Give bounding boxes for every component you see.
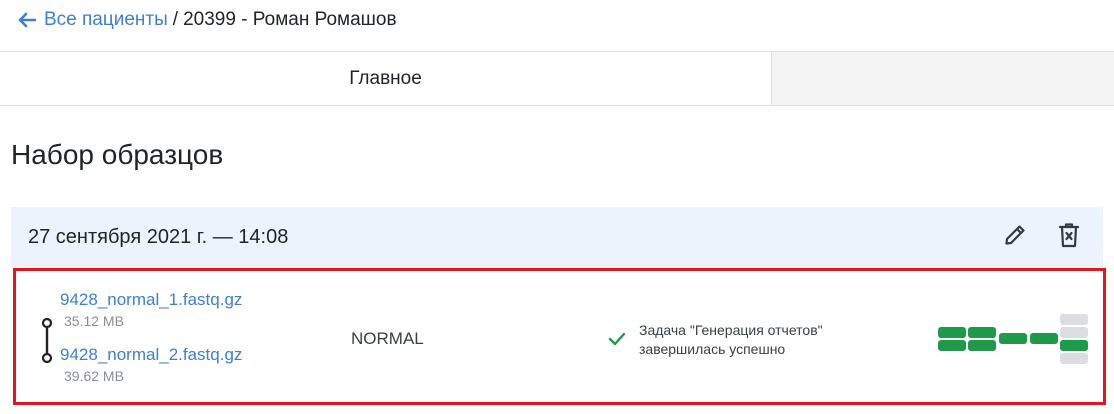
file-link[interactable]: 9428_normal_1.fastq.gz bbox=[60, 289, 242, 311]
file-size: 35.12 MB bbox=[64, 313, 124, 329]
pipeline-step bbox=[1030, 333, 1058, 344]
tab-bar: Главное bbox=[0, 51, 1114, 106]
sample-set-date: 27 сентября 2021 г. — 14:08 bbox=[28, 225, 289, 248]
breadcrumb-separator: / bbox=[172, 9, 179, 30]
pipeline-step bbox=[938, 327, 966, 338]
sample-set-row: 9428_normal_1.fastq.gz 35.12 MB 9428_nor… bbox=[13, 268, 1106, 405]
back-to-patients-link[interactable]: Все пациенты bbox=[18, 9, 168, 31]
tab-bar-filler bbox=[771, 52, 1114, 105]
section-title: Набор образцов bbox=[11, 139, 224, 170]
file-size: 39.62 MB bbox=[64, 368, 124, 384]
trash-icon bbox=[1058, 223, 1080, 248]
file-link[interactable]: 9428_normal_2.fastq.gz bbox=[60, 344, 242, 366]
task-status: Задача "Генерация отчетов" завершилась у… bbox=[608, 321, 899, 359]
sample-set-header: 27 сентября 2021 г. — 14:08 bbox=[11, 207, 1103, 267]
back-link-label[interactable]: Все пациенты bbox=[44, 9, 168, 31]
pipeline-step bbox=[1060, 327, 1088, 338]
check-icon bbox=[608, 332, 626, 346]
file-item: 9428_normal_2.fastq.gz 39.62 MB bbox=[60, 344, 242, 384]
edit-sample-set-button[interactable] bbox=[1001, 221, 1029, 249]
task-status-text: Задача "Генерация отчетов" завершилась у… bbox=[639, 322, 823, 357]
paired-files-connector-icon bbox=[41, 318, 53, 363]
breadcrumb: Все пациенты / 20399 - Роман Ромашов bbox=[18, 8, 397, 32]
pipeline-step bbox=[968, 340, 996, 351]
pencil-icon bbox=[1005, 225, 1025, 245]
pipeline-step bbox=[1060, 314, 1088, 325]
breadcrumb-current-patient: 20399 - Роман Ромашов bbox=[183, 9, 397, 30]
tab-main-label: Главное bbox=[349, 67, 422, 89]
tab-main[interactable]: Главное bbox=[0, 52, 771, 105]
pipeline-step bbox=[968, 327, 996, 338]
pipeline-step bbox=[1060, 340, 1088, 351]
file-item: 9428_normal_1.fastq.gz 35.12 MB bbox=[60, 289, 242, 329]
sample-type-label: NORMAL bbox=[351, 329, 424, 348]
pipeline-step bbox=[1060, 353, 1088, 364]
pipeline-step bbox=[938, 340, 966, 351]
pipeline-progress-indicator[interactable] bbox=[938, 314, 1088, 366]
pipeline-step bbox=[999, 333, 1027, 344]
arrow-left-icon bbox=[18, 12, 36, 28]
delete-sample-set-button[interactable] bbox=[1055, 221, 1083, 249]
